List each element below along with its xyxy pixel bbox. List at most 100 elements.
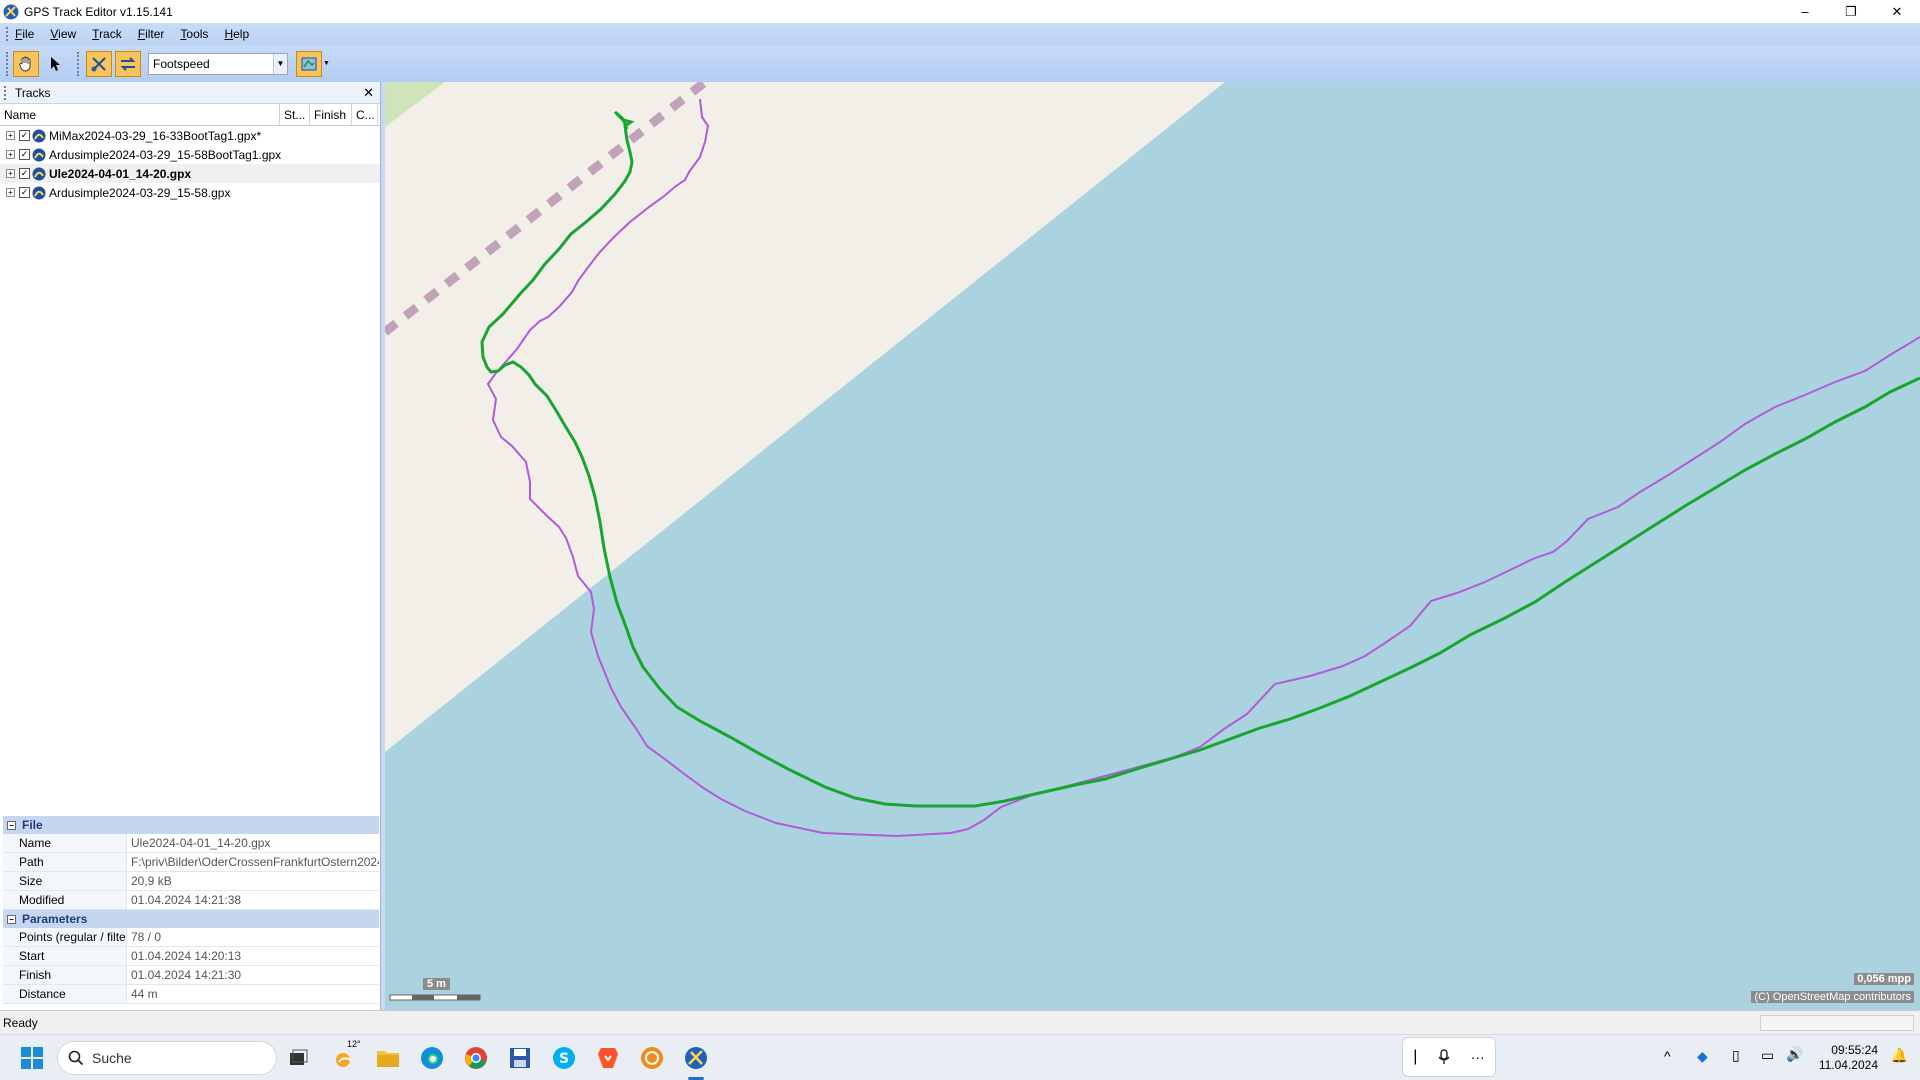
restore-button[interactable]: ❐ <box>1828 0 1874 23</box>
menu-track[interactable]: Track <box>92 27 122 41</box>
save-disk-app-icon[interactable] <box>506 1044 534 1072</box>
expand-icon[interactable]: + <box>6 188 15 197</box>
orange-app-icon[interactable] <box>638 1044 666 1072</box>
properties-grid: − File Name Ule2024-04-01_14-20.gpx Path F… <box>3 816 379 1004</box>
chrome-browser-icon[interactable] <box>462 1044 490 1072</box>
menu-filter[interactable]: Filter <box>138 27 165 41</box>
track-icon <box>32 148 46 161</box>
color-mode-select[interactable]: Footspeed ▼ <box>148 52 288 75</box>
edge-browser-icon[interactable] <box>418 1044 446 1072</box>
voice-input-widget[interactable]: | ··· <box>1402 1037 1496 1077</box>
tracks-panel-header: Tracks ✕ <box>0 82 380 104</box>
shield-icon[interactable]: ◆ <box>1697 1048 1708 1065</box>
file-category-label: File <box>22 818 43 832</box>
cursor-arrow-icon <box>51 56 60 71</box>
track-name: Ule2024-04-01_14-20.gpx <box>49 166 192 181</box>
parameters-category[interactable]: − Parameters <box>3 910 379 928</box>
prop-row[interactable]: Points (regular / filtered) 78 / 0 <box>3 928 379 947</box>
prop-row[interactable]: Start 01.04.2024 14:20:13 <box>3 947 379 966</box>
scale-bar-segment <box>412 995 434 1000</box>
prop-row[interactable]: Distance 44 m <box>3 985 379 1004</box>
map-attribution: (C) OpenStreetMap contributors <box>1751 991 1914 1003</box>
weather-sun-icon <box>336 1053 352 1067</box>
track-row-3[interactable]: + ✓ Ule2024-04-01_14-20.gpx <box>0 164 380 183</box>
track-row-2[interactable]: + ✓ Ardusimple2024-03-29_15-58BootTag1.g… <box>0 145 380 164</box>
track-name: Ardusimple2024-03-29_15-58BootTag1.gpx <box>49 147 282 162</box>
track-icon <box>32 129 46 142</box>
weather-widget[interactable]: 12° <box>331 1039 361 1072</box>
task-view-icon[interactable] <box>284 1044 312 1072</box>
prop-row[interactable]: Name Ule2024-04-01_14-20.gpx <box>3 834 379 853</box>
prop-key: Distance <box>3 985 127 1003</box>
file-explorer-icon[interactable] <box>374 1044 402 1072</box>
menu-file[interactable]: File <box>15 27 34 41</box>
clock-date: 11.04.2024 <box>1818 1058 1878 1072</box>
minimize-button[interactable]: – <box>1782 0 1828 23</box>
track-row-1[interactable]: + ✓ MiMax2024-03-29_16-33BootTag1.gpx* <box>0 126 380 145</box>
prop-key: Path <box>3 853 127 871</box>
menu-bar: File View Track Filter Tools Help <box>0 23 1920 45</box>
track-row-4[interactable]: + ✓ Ardusimple2024-03-29_15-58.gpx <box>0 183 380 202</box>
weather-temp: 12° <box>347 1039 361 1049</box>
menu-view[interactable]: View <box>50 27 76 41</box>
tracks-panel: Tracks ✕ Name St... Finish C... + ✓ MiMa… <box>0 82 381 1010</box>
svg-text:S: S <box>559 1051 569 1067</box>
pan-hand-button[interactable] <box>13 50 39 77</box>
text-cursor-icon[interactable]: | <box>1413 1048 1417 1066</box>
expand-icon[interactable]: + <box>6 131 15 140</box>
prop-row[interactable]: Path F:\priv\Bilder\OderCrossenFrankfurtO… <box>3 853 379 872</box>
track-icon <box>32 167 46 180</box>
prop-key: Points (regular / filtered) <box>3 928 127 946</box>
menu-tools[interactable]: Tools <box>180 27 208 41</box>
split-track-button[interactable] <box>86 50 112 77</box>
prop-key: Start <box>3 947 127 965</box>
prop-value: 01.04.2024 14:21:38 <box>131 893 242 907</box>
start-button[interactable] <box>18 1044 46 1072</box>
toolbar-grip <box>6 51 9 76</box>
taskbar-search[interactable]: Suche <box>57 1041 277 1075</box>
prop-value: 01.04.2024 14:21:30 <box>131 968 242 982</box>
status-progress <box>1760 1015 1914 1031</box>
usb-icon[interactable]: ▯ <box>1732 1047 1740 1064</box>
map-canvas[interactable] <box>385 82 1920 1010</box>
track-checkbox[interactable]: ✓ <box>19 149 30 160</box>
expand-icon[interactable]: + <box>6 169 15 178</box>
brave-browser-icon[interactable] <box>594 1044 622 1072</box>
menu-help[interactable]: Help <box>224 27 249 41</box>
close-button[interactable]: ✕ <box>1874 0 1920 23</box>
file-category[interactable]: − File <box>3 816 379 834</box>
prop-value: Ule2024-04-01_14-20.gpx <box>131 836 271 850</box>
map-view[interactable]: 5 m 0,056 mpp (C) OpenStreetMap contribu… <box>385 82 1920 1010</box>
search-icon <box>68 1050 84 1066</box>
skype-icon[interactable]: S <box>550 1044 578 1072</box>
notification-bell-icon[interactable]: 🔔 <box>1891 1047 1908 1064</box>
close-panel-icon[interactable]: ✕ <box>363 85 374 101</box>
col-finish[interactable]: Finish <box>310 104 352 125</box>
network-icon[interactable]: ▭ <box>1761 1047 1774 1064</box>
prop-row[interactable]: Size 20,9 kB <box>3 872 379 891</box>
collapse-icon[interactable]: − <box>7 820 16 830</box>
clock[interactable]: 09:55:24 11.04.2024 <box>1819 1043 1878 1073</box>
microphone-icon[interactable] <box>1438 1049 1450 1065</box>
collapse-icon[interactable]: − <box>7 914 16 924</box>
col-start[interactable]: St... <box>280 104 310 125</box>
col-name[interactable]: Name <box>0 104 280 125</box>
map-layer-dropdown-icon[interactable]: ▼ <box>323 60 330 67</box>
volume-icon[interactable]: 🔊 <box>1786 1046 1803 1063</box>
track-checkbox[interactable]: ✓ <box>19 187 30 198</box>
scissors-icon <box>91 56 106 71</box>
map-layer-button[interactable] <box>296 50 322 77</box>
col-c[interactable]: C... <box>352 104 378 125</box>
chevron-down-icon: ▼ <box>273 53 287 74</box>
reverse-track-button[interactable] <box>115 50 141 77</box>
parameters-category-label: Parameters <box>22 912 88 926</box>
prop-row[interactable]: Finish 01.04.2024 14:21:30 <box>3 966 379 985</box>
select-arrow-button[interactable] <box>42 51 68 77</box>
chevron-up-icon[interactable]: ^ <box>1664 1048 1671 1064</box>
gps-track-editor-taskbar-icon[interactable] <box>682 1044 710 1072</box>
track-checkbox[interactable]: ✓ <box>19 130 30 141</box>
more-options-icon[interactable]: ··· <box>1471 1049 1485 1065</box>
expand-icon[interactable]: + <box>6 150 15 159</box>
prop-row[interactable]: Modified 01.04.2024 14:21:38 <box>3 891 379 910</box>
track-checkbox[interactable]: ✓ <box>19 168 30 179</box>
